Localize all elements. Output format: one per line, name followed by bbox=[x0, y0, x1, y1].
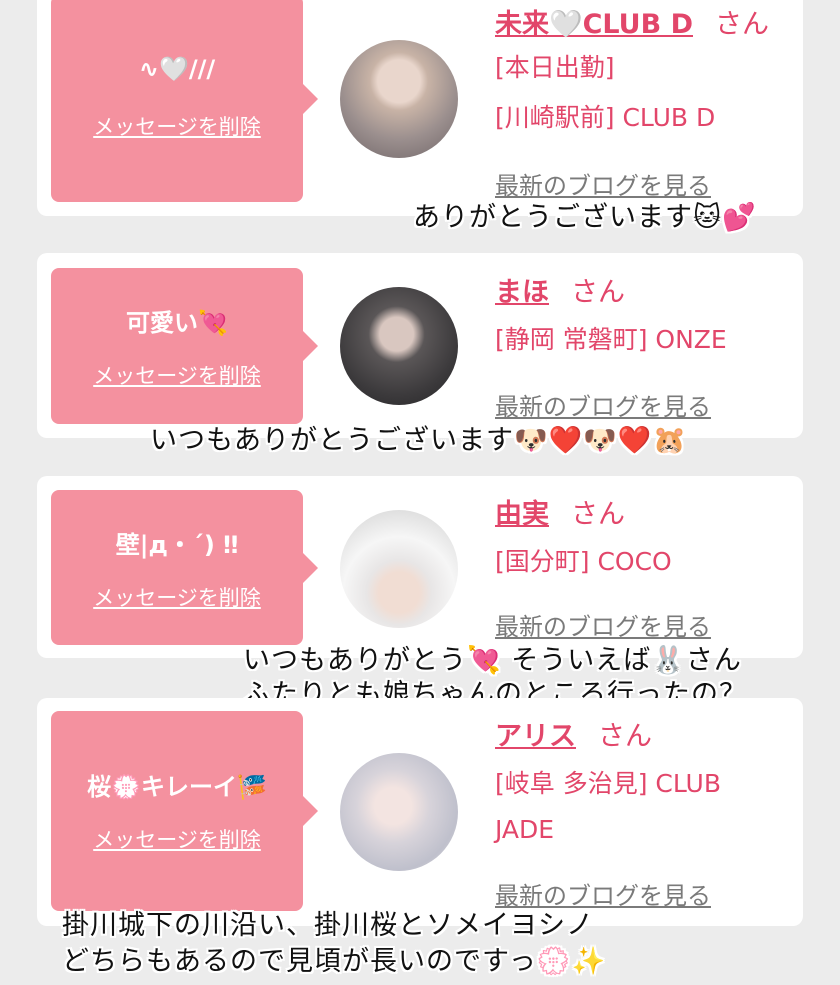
user-name-link[interactable]: まほ bbox=[495, 277, 549, 308]
avatar[interactable] bbox=[340, 510, 458, 628]
info-line: [岐阜 多治見] CLUB bbox=[495, 769, 721, 798]
user-name-link[interactable]: アリス bbox=[495, 721, 576, 752]
info-line: [本日出勤] bbox=[495, 53, 615, 82]
info-line: [静岡 常磐町] ONZE bbox=[495, 325, 727, 354]
delete-message-link[interactable]: メッセージを削除 bbox=[51, 360, 303, 390]
delete-message-link[interactable]: メッセージを削除 bbox=[51, 582, 303, 612]
caption-text: 掛川城下の川沿い、掛川桜とソメイヨシノ bbox=[62, 910, 594, 941]
caption-text: どちらもあるので見頃が長いのですっ💮✨ bbox=[62, 946, 607, 977]
info-line: JADE bbox=[495, 815, 555, 844]
user-name-link[interactable]: 由実 bbox=[495, 499, 549, 530]
latest-blog-link[interactable]: 最新のブログを見る bbox=[495, 607, 711, 642]
message-text: 可愛い💘 bbox=[126, 309, 228, 337]
info-line: [川崎駅前] CLUB D bbox=[495, 103, 716, 132]
message-bubble: 壁|д・´) ‼ メッセージを削除 bbox=[51, 490, 318, 645]
avatar[interactable] bbox=[340, 753, 458, 871]
message-bubble: 桜💮キレーイ🎏 メッセージを削除 bbox=[51, 711, 318, 911]
message-bubble: ∿🤍/// メッセージを削除 bbox=[51, 0, 318, 202]
avatar[interactable] bbox=[340, 287, 458, 405]
caption-text: いつもありがとうございます🐶❤️🐶❤️🐹 bbox=[150, 425, 688, 456]
latest-blog-link[interactable]: 最新のブログを見る bbox=[495, 387, 711, 422]
honorific: さん bbox=[571, 277, 625, 308]
honorific: さん bbox=[571, 499, 625, 530]
message-text: 壁|д・´) ‼ bbox=[115, 531, 239, 559]
message-bubble: 可愛い💘 メッセージを削除 bbox=[51, 268, 318, 424]
delete-message-link[interactable]: メッセージを削除 bbox=[51, 111, 303, 141]
honorific: さん bbox=[598, 721, 652, 752]
info-line: [国分町] COCO bbox=[495, 547, 672, 576]
avatar[interactable] bbox=[340, 40, 458, 158]
message-text: ∿🤍/// bbox=[138, 55, 216, 83]
delete-message-link[interactable]: メッセージを削除 bbox=[51, 824, 303, 854]
honorific: さん bbox=[715, 9, 769, 40]
message-text: 桜💮キレーイ🎏 bbox=[87, 773, 267, 801]
caption-text: ありがとうございます🐱💕 bbox=[413, 202, 757, 233]
user-name-link[interactable]: 未来🤍CLUB D bbox=[495, 9, 693, 40]
